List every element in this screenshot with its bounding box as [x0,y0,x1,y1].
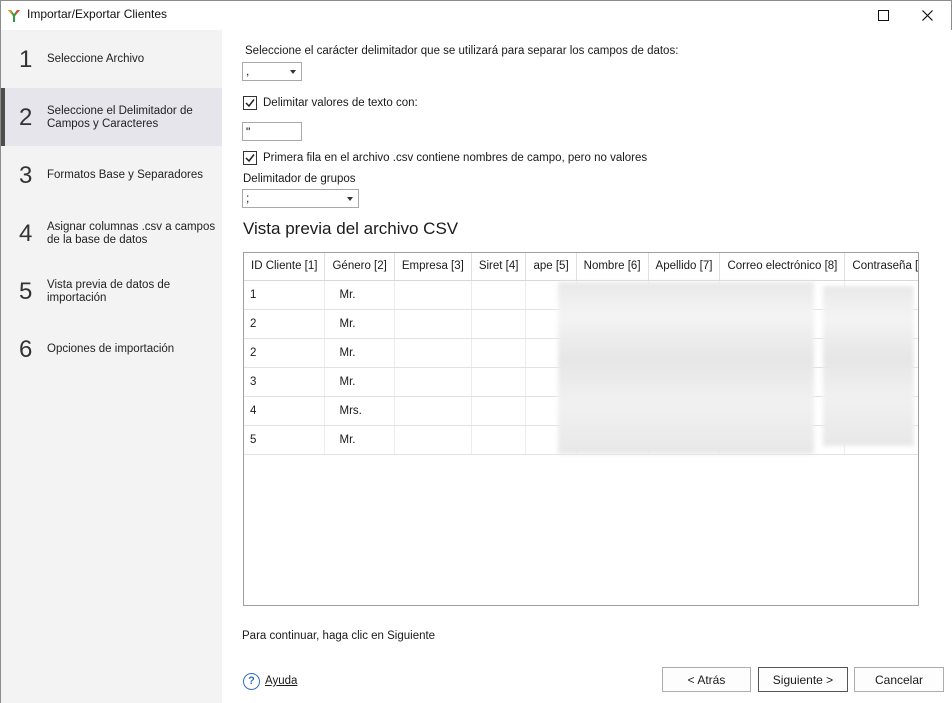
table-cell [394,309,472,339]
column-header[interactable]: ID Cliente [1] [244,253,326,281]
table-cell: Mr. [324,280,395,310]
back-button-label: < Atrás [687,672,726,687]
column-header[interactable]: Siret [4] [471,253,527,281]
step-label: Formatos Base y Separadores [47,169,203,181]
maximize-icon [877,9,889,21]
table-cell: Mr. [324,309,395,339]
table-cell [394,396,472,426]
text-delimit-input[interactable] [242,122,302,141]
table-cell: 3 [244,367,326,397]
table-cell: 1 [244,280,326,310]
column-header[interactable]: Apellido [7] [648,253,721,281]
close-button[interactable] [905,1,949,29]
chevron-down-icon [347,197,353,201]
csv-preview-grid[interactable]: ID Cliente [1] Género [2] Empresa [3] Si… [243,252,919,606]
table-cell [471,425,527,455]
group-delimiter-value: ; [246,191,250,205]
table-cell [471,309,527,339]
group-delimiter-select[interactable]: ; [242,189,359,208]
step-import-options[interactable]: 6 Opciones de importación [1,320,222,378]
text-delimit-label: Delimitar valores de texto con: [263,97,418,109]
step-label: Opciones de importación [47,343,175,355]
table-cell [471,280,527,310]
close-icon [921,9,933,21]
step-label: Seleccione el Delimitador de Campos y Ca… [47,105,193,130]
maximize-button[interactable] [861,1,905,29]
step-data-preview[interactable]: 5 Vista previa de datos de importación [1,262,222,320]
first-row-checkbox[interactable] [243,151,257,165]
column-header[interactable]: Nombre [6] [576,253,649,281]
delimiter-label: Seleccione el carácter delimitador que s… [245,45,679,57]
step-number: 2 [19,104,33,131]
wizard-content: Seleccione el carácter delimitador que s… [222,30,952,703]
text-delimit-checkbox[interactable] [243,96,257,110]
title-bar: Importar/Exportar Clientes [1,1,951,29]
step-number: 4 [19,220,33,247]
chevron-down-icon [290,70,296,74]
table-cell [394,338,472,368]
delimiter-select[interactable]: , [242,62,302,81]
continue-hint: Para continuar, haga clic en Siguiente [242,630,436,642]
table-cell [394,425,472,455]
step-select-delimiter[interactable]: 2 Seleccione el Delimitador de Campos y … [1,88,222,146]
app-logo-icon [8,10,20,22]
first-row-label: Primera fila en el archivo .csv contiene… [263,152,648,164]
checkmark-icon [245,154,255,163]
header-row: ID Cliente [1] Género [2] Empresa [3] Si… [244,253,918,281]
table-cell: Mrs. [324,396,395,426]
step-number: 3 [19,162,33,189]
back-button[interactable]: < Atrás [662,667,751,692]
column-header[interactable]: Correo electrónico [8] [719,253,846,281]
text-delimit-field[interactable] [243,123,301,140]
step-number: 6 [19,336,33,363]
cancel-button-label: Cancelar [874,672,924,687]
step-base-formats[interactable]: 3 Formatos Base y Separadores [1,146,222,204]
column-header[interactable]: Género [2] [324,253,395,281]
preview-title: Vista previa del archivo CSV [243,219,459,238]
group-delimiter-label: Delimitador de grupos [243,173,356,185]
window-title: Importar/Exportar Clientes [27,7,168,21]
table-cell: Mr. [324,425,395,455]
import-export-window: Importar/Exportar Clientes 1 Seleccione … [0,0,952,703]
table-cell [471,367,527,397]
column-header[interactable]: ape [5] [525,253,577,281]
step-label: Asignar columnas .csv a campos de la bas… [47,221,216,246]
help-icon: ? [243,672,260,690]
step-label: Vista previa de datos de importación [47,279,171,304]
redacted-region [823,286,914,446]
step-select-file[interactable]: 1 Seleccione Archivo [1,30,222,88]
step-number: 5 [19,278,33,305]
help-label: Ayuda [265,675,298,687]
table-cell [394,280,472,310]
table-cell [394,367,472,397]
table-cell: 2 [244,338,326,368]
cancel-button[interactable]: Cancelar [854,667,944,692]
table-cell: 4 [244,396,326,426]
table-cell [471,396,527,426]
next-button-label: Siguiente > [772,672,834,687]
checkmark-icon [245,99,255,108]
redacted-region [558,282,814,454]
delimiter-value: , [246,64,250,78]
step-assign-columns[interactable]: 4 Asignar columnas .csv a campos de la b… [1,204,222,262]
help-link[interactable]: ? Ayuda [243,671,297,691]
table-cell: Mr. [324,367,395,397]
table-cell: Mr. [324,338,395,368]
wizard-steps-sidebar: 1 Seleccione Archivo 2 Seleccione el Del… [1,30,222,703]
next-button[interactable]: Siguiente > [758,667,848,692]
table-cell: 2 [244,309,326,339]
step-label: Seleccione Archivo [47,53,145,65]
table-cell [471,338,527,368]
step-number: 1 [19,46,33,73]
table-cell: 5 [244,425,326,455]
column-header[interactable]: Empresa [3] [394,253,472,281]
column-header[interactable]: Contraseña [9] [844,253,918,281]
